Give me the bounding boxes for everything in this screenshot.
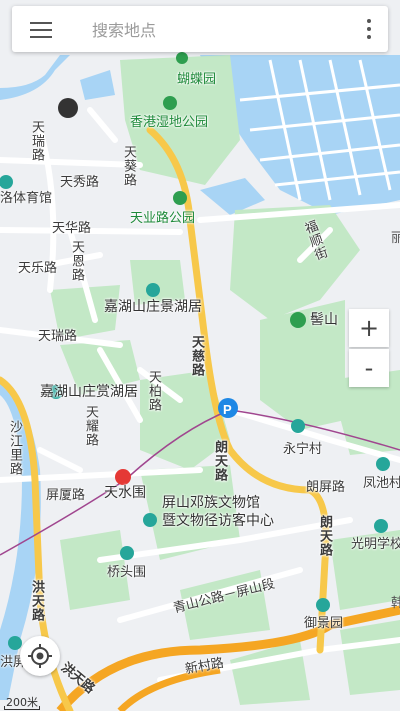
- poi-sports[interactable]: 洛体育馆: [0, 192, 52, 205]
- poi-fung-chi[interactable]: 凤池村: [363, 477, 400, 490]
- menu-icon[interactable]: [30, 20, 54, 38]
- poi-ping-shan-museum-2[interactable]: 暨文物径访客中心: [162, 514, 274, 528]
- poi-wetland-park[interactable]: 香港湿地公园: [130, 116, 208, 129]
- poi-ping-shan-museum[interactable]: 屏山邓族文物馆: [162, 496, 260, 510]
- road-long-ping: 朗屏路: [306, 480, 346, 495]
- road-tin-pak: 天柏路: [146, 370, 161, 412]
- zoom-out-button[interactable]: -: [349, 349, 389, 387]
- search-bar: [12, 6, 388, 52]
- road-long-tin: 朗天路: [212, 440, 227, 482]
- poi-tianye-park[interactable]: 天业路公园: [130, 212, 195, 225]
- road-tin-kwai: 天葵路: [121, 145, 136, 187]
- my-location-button[interactable]: [20, 636, 60, 676]
- more-options-icon[interactable]: [364, 19, 374, 39]
- poi-wing-ning[interactable]: 永宁村: [283, 443, 322, 456]
- poi-kei-shan[interactable]: 髻山: [310, 313, 338, 327]
- road-tin-yiu: 天耀路: [83, 405, 98, 447]
- poi-butterfly-garden[interactable]: 蝴蝶园: [177, 73, 216, 86]
- search-input[interactable]: [90, 16, 354, 44]
- poi-yu-king[interactable]: 御景园: [304, 617, 343, 630]
- road-hung-tin: 洪天路: [29, 580, 44, 622]
- road-tin-yan: 天恩路: [69, 240, 84, 282]
- poi-kiu-tau-wai[interactable]: 桥头围: [107, 566, 146, 579]
- road-sha-kong: 沙江里路: [7, 420, 22, 476]
- poi-jiahu-jinghu[interactable]: 嘉湖山庄景湖居: [104, 300, 202, 314]
- zoom-in-button[interactable]: +: [349, 309, 389, 347]
- edge-label-right-2: 韩: [391, 596, 400, 611]
- road-ping-ha: 屏厦路: [46, 488, 86, 503]
- parking-glyph: P: [223, 402, 232, 417]
- crosshair-icon: [28, 644, 52, 668]
- poi-jiahu-shanghu[interactable]: 嘉湖山庄赏湖居: [40, 385, 138, 399]
- road-tin-tsz: 天慈路: [189, 335, 204, 377]
- road-tin-shui-2: 天瑞路: [38, 329, 78, 344]
- poi-kwong-ming[interactable]: 光明学校: [351, 538, 400, 551]
- scale-bar: [4, 706, 40, 710]
- road-tin-wah: 天华路: [52, 221, 92, 236]
- road-tin-lok: 天乐路: [18, 261, 58, 276]
- road-tin-sau: 天秀路: [60, 175, 100, 190]
- road-tin-shui: 天瑞路: [29, 120, 44, 162]
- poi-tin-shui-wai[interactable]: 天水围: [104, 486, 146, 500]
- edge-label-right: 丽: [391, 231, 400, 246]
- road-long-tin-2: 朗天路: [317, 515, 332, 557]
